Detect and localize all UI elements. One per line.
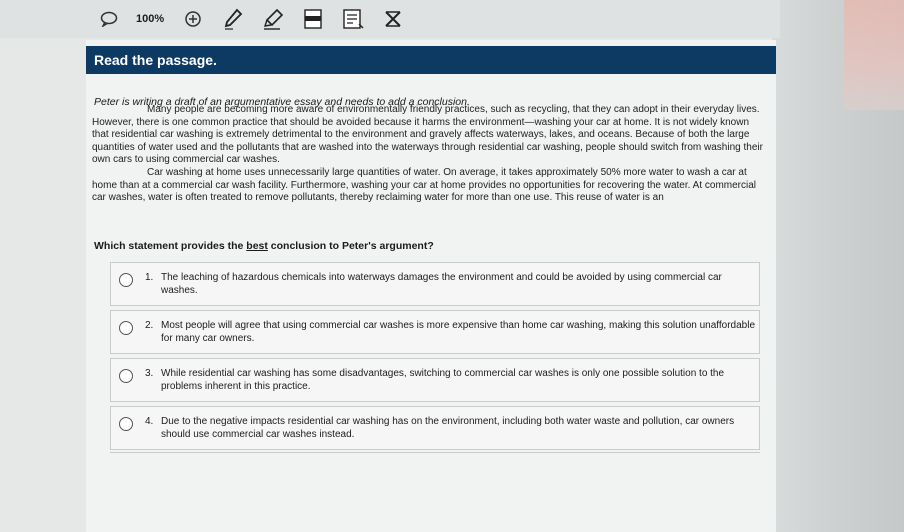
passage-paragraph: Many people are becoming more aware of e… (92, 104, 763, 166)
answer-choice-3[interactable]: 3. While residential car washing has som… (110, 358, 760, 402)
answer-choice-1[interactable]: 1. The leaching of hazardous chemicals i… (110, 262, 760, 306)
zoom-in-icon[interactable] (180, 6, 206, 32)
choice-text: The leaching of hazardous chemicals into… (161, 272, 722, 296)
choice-number: 1. (145, 272, 154, 283)
divider (110, 452, 760, 453)
background-edge (772, 0, 904, 532)
header-title: Read the passage. (94, 52, 217, 68)
passage: Many people are becoming more aware of e… (92, 104, 768, 205)
question-text-end: conclusion to Peter's argument? (267, 240, 434, 252)
choice-number: 3. (145, 368, 154, 379)
answer-choice-2[interactable]: 2. Most people will agree that using com… (110, 310, 760, 354)
screen: 100% Read the passage. Peter is writing … (0, 0, 904, 532)
answer-choices: 1. The leaching of hazardous chemicals i… (110, 262, 760, 454)
radio-button[interactable] (119, 369, 133, 383)
radio-button[interactable] (119, 273, 133, 287)
choice-text: Most people will agree that using commer… (161, 320, 756, 344)
choice-text: Due to the negative impacts residential … (161, 416, 735, 440)
radio-button[interactable] (119, 321, 133, 335)
eliminate-choice-icon[interactable] (380, 6, 406, 32)
line-reader-icon[interactable] (300, 6, 326, 32)
highlighter-icon[interactable] (260, 6, 286, 32)
notepad-icon[interactable] (340, 6, 366, 32)
toolbar: 100% (0, 0, 780, 38)
choice-number: 2. (145, 320, 154, 331)
zoom-level: 100% (136, 13, 165, 25)
answer-choice-4[interactable]: 4. Due to the negative impacts residenti… (110, 406, 760, 450)
pen-icon[interactable] (220, 6, 246, 32)
choice-text: While residential car washing has some d… (161, 368, 725, 392)
passage-paragraph: Car washing at home uses unnecessarily l… (92, 166, 756, 204)
question-text-start: Which statement provides the (94, 240, 247, 252)
section-header: Read the passage. (86, 46, 776, 74)
background-glare (844, 0, 904, 110)
question-emphasis: best (246, 240, 268, 252)
comment-icon[interactable] (96, 6, 122, 32)
choice-number: 4. (145, 416, 154, 427)
question-prompt: Which statement provides the best conclu… (94, 240, 434, 252)
radio-button[interactable] (119, 417, 133, 431)
